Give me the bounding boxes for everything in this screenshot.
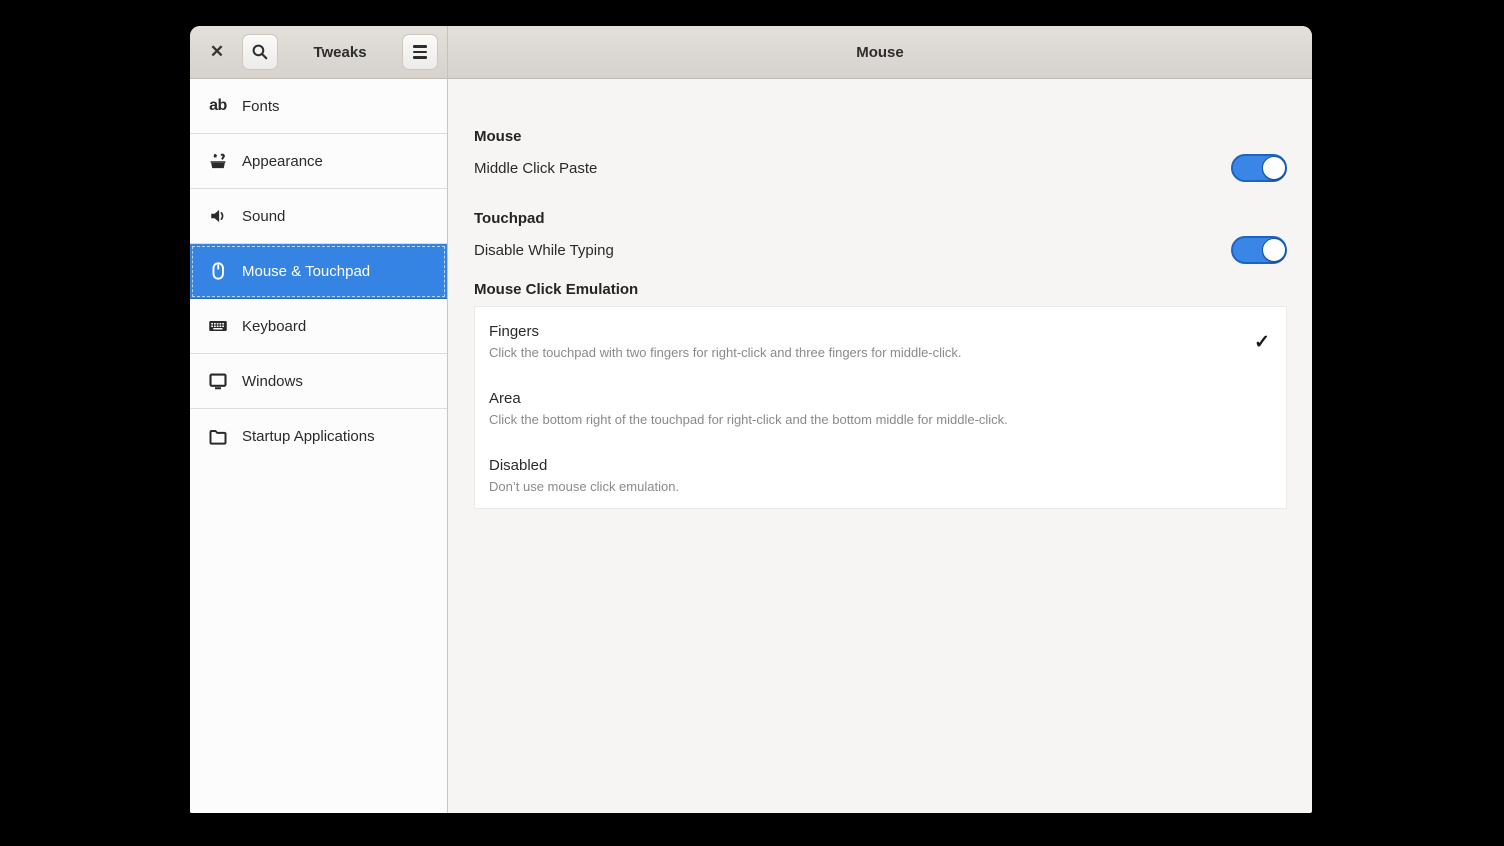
sidebar-item-startup-applications[interactable]: Startup Applications: [190, 409, 447, 464]
sidebar-item-label: Keyboard: [242, 318, 306, 335]
touchpad-section-heading: Touchpad: [474, 208, 1287, 230]
disable-while-typing-toggle[interactable]: [1231, 236, 1287, 264]
appearance-icon: [207, 151, 229, 171]
option-subtitle: Click the touchpad with two fingers for …: [489, 343, 962, 363]
sidebar-item-fonts[interactable]: ab Fonts: [190, 79, 447, 134]
keyboard-icon: [207, 316, 229, 336]
mouse-click-emulation-heading: Mouse Click Emulation: [474, 279, 1287, 301]
middle-click-paste-toggle[interactable]: [1231, 154, 1287, 182]
tweaks-window: ✕ Tweaks Mouse ab Fonts Appearance: [190, 26, 1312, 813]
middle-click-paste-label: Middle Click Paste: [474, 160, 597, 177]
windows-icon: [207, 371, 229, 391]
sidebar-item-windows[interactable]: Windows: [190, 354, 447, 409]
mouse-settings-panel: Mouse Middle Click Paste Touchpad Disabl…: [448, 79, 1312, 813]
sidebar-item-label: Startup Applications: [242, 428, 375, 445]
option-area[interactable]: Area Click the bottom right of the touch…: [475, 374, 1286, 441]
option-title: Area: [489, 388, 1008, 410]
close-button[interactable]: ✕: [205, 34, 229, 70]
mouse-section-heading: Mouse: [474, 126, 1287, 148]
sidebar-item-label: Fonts: [242, 98, 280, 115]
menu-button[interactable]: [402, 34, 438, 70]
search-button[interactable]: [242, 34, 278, 70]
close-icon: ✕: [210, 42, 224, 62]
disable-while-typing-label: Disable While Typing: [474, 242, 614, 259]
sound-icon: [207, 206, 229, 226]
sidebar-item-keyboard[interactable]: Keyboard: [190, 299, 447, 354]
toggle-knob: [1262, 238, 1286, 262]
fonts-icon: ab: [207, 96, 229, 116]
option-subtitle: Don’t use mouse click emulation.: [489, 477, 679, 497]
sidebar-item-mouse-touchpad[interactable]: Mouse & Touchpad: [190, 244, 447, 299]
sidebar: ab Fonts Appearance Sound Mouse & Touchp…: [190, 79, 448, 813]
sidebar-item-label: Mouse & Touchpad: [242, 263, 370, 280]
sidebar-item-sound[interactable]: Sound: [190, 189, 447, 244]
option-disabled[interactable]: Disabled Don’t use mouse click emulation…: [475, 441, 1286, 508]
toggle-knob: [1262, 156, 1286, 180]
search-icon: [249, 42, 271, 62]
sidebar-item-label: Appearance: [242, 153, 323, 170]
app-title: Tweaks: [278, 44, 402, 61]
menu-icon: [413, 45, 427, 58]
middle-click-paste-row: Middle Click Paste: [474, 148, 1287, 188]
headerbar-right: Mouse: [448, 26, 1312, 79]
startup-applications-icon: [207, 427, 229, 447]
headerbar-left: ✕ Tweaks: [190, 26, 448, 79]
sidebar-item-label: Windows: [242, 373, 303, 390]
disable-while-typing-row: Disable While Typing: [474, 230, 1287, 270]
option-title: Fingers: [489, 321, 962, 343]
check-icon: ✓: [1254, 331, 1270, 354]
mouse-icon: [207, 261, 229, 281]
sidebar-item-appearance[interactable]: Appearance: [190, 134, 447, 189]
option-title: Disabled: [489, 455, 679, 477]
mouse-click-emulation-list: Fingers Click the touchpad with two fing…: [474, 306, 1287, 509]
option-subtitle: Click the bottom right of the touchpad f…: [489, 410, 1008, 430]
page-title: Mouse: [856, 44, 904, 61]
sidebar-item-label: Sound: [242, 208, 285, 225]
option-fingers[interactable]: Fingers Click the touchpad with two fing…: [475, 307, 1286, 374]
